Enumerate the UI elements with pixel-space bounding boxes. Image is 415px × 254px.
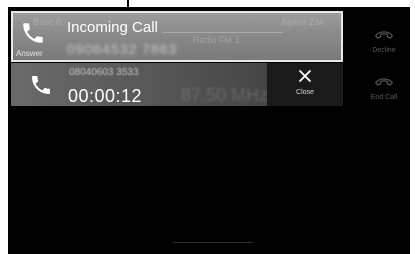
incoming-caller-number: 09064532 7863 — [67, 41, 178, 57]
incoming-call-title: Incoming Call — [67, 19, 158, 36]
hang-up-icon — [375, 78, 393, 86]
close-area: Close — [267, 63, 343, 106]
incoming-call-panel[interactable]: Banc 0 Radio FM 1 Alpine 234 Answer Inco… — [11, 11, 343, 62]
background-ghost-frequency: 87.50 MHz — [181, 85, 269, 105]
decline-button[interactable]: Decline — [358, 27, 410, 54]
close-label: Close — [296, 89, 314, 96]
active-caller-number: 08040603 3533 — [69, 67, 139, 78]
close-button[interactable]: Close — [267, 69, 343, 96]
bottom-divider — [173, 242, 253, 243]
phone-call-screen: Banc 0 Radio FM 1 Alpine 234 Answer Inco… — [8, 7, 410, 254]
background-ghost-text-right: Alpine 234 — [281, 17, 324, 27]
active-call-panel: 87.50 MHz 08040603 3533 00:00:12 Close — [11, 63, 343, 106]
background-ghost-text-center: Radio FM 1 — [193, 35, 240, 45]
answer-label: Answer — [16, 49, 43, 58]
background-ghost-divider — [163, 32, 283, 33]
phone-handset-icon — [23, 23, 43, 43]
phone-handset-icon — [32, 76, 50, 94]
close-x-icon — [299, 70, 311, 82]
answer-button[interactable]: Answer — [13, 13, 57, 60]
end-call-label: End Call — [370, 94, 398, 101]
hang-up-icon — [375, 31, 393, 39]
call-duration-timer: 00:00:12 — [68, 86, 143, 106]
decline-label: Decline — [372, 47, 396, 54]
end-call-button[interactable]: End Call — [358, 74, 410, 101]
